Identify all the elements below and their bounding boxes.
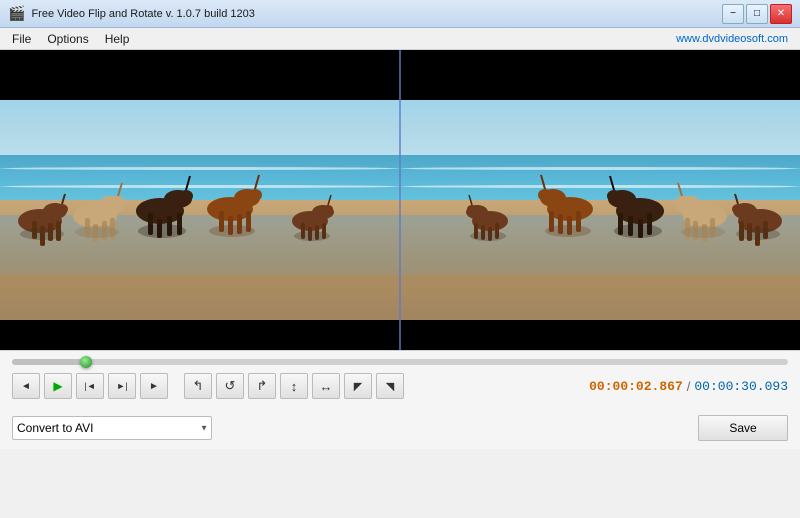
skip-end-button[interactable]: ►| [108,373,136,399]
crop-right-icon: ◥ [386,380,394,393]
bottom-row: Convert to AVI Convert to MP4 Convert to… [0,407,800,449]
dropdown-wrapper: Convert to AVI Convert to MP4 Convert to… [12,416,212,440]
crop-right-button[interactable]: ◥ [376,373,404,399]
window-title: Free Video Flip and Rotate v. 1.0.7 buil… [31,8,722,20]
minimize-button[interactable]: − [722,4,744,24]
website-link[interactable]: www.dvdvideosoft.com [676,33,796,45]
flip-vertical-icon: ↕ [291,379,298,394]
timestamp-display: 00:00:02.867 / 00:00:30.093 [589,379,788,394]
horses-svg-right [400,146,800,266]
next-button[interactable]: ► [140,373,168,399]
menu-bar: File Options Help www.dvdvideosoft.com [0,28,800,50]
time-current: 00:00:02.867 [589,379,683,394]
window-controls: − □ ✕ [722,4,792,24]
save-button[interactable]: Save [698,415,788,441]
title-bar: 🎬 Free Video Flip and Rotate v. 1.0.7 bu… [0,0,800,28]
video-display [0,50,800,350]
menu-items: File Options Help [4,30,137,48]
app-icon: 🎬 [8,5,25,22]
horses-svg-left [0,146,400,266]
flip-vertical-button[interactable]: ↕ [280,373,308,399]
next-icon: ► [149,381,159,392]
time-separator: / [687,379,691,394]
prev-button[interactable]: ◄ [12,373,40,399]
timeline-row [12,359,788,365]
rotate-right-icon: ↱ [257,378,268,394]
rotate-left-icon: ↰ [193,378,204,394]
maximize-button[interactable]: □ [746,4,768,24]
timeline-progress [12,359,86,365]
timeline-thumb[interactable] [80,356,92,368]
menu-help[interactable]: Help [97,30,138,48]
crop-left-icon: ◤ [354,380,362,393]
rotate-right-button[interactable]: ↱ [248,373,276,399]
menu-file[interactable]: File [4,30,39,48]
skip-start-icon: |◄ [84,381,95,391]
prev-icon: ◄ [21,381,31,392]
rotate-180-icon: ↺ [225,378,236,394]
convert-select[interactable]: Convert to AVI Convert to MP4 Convert to… [12,416,212,440]
controls-area: ◄ ▶ |◄ ►| ► ↰ ↺ ↱ ↕ ↔ ◤ [0,350,800,407]
flip-horizontal-icon: ↔ [320,379,333,394]
play-button[interactable]: ▶ [44,373,72,399]
play-icon: ▶ [53,379,62,393]
video-container [0,50,800,350]
buttons-row: ◄ ▶ |◄ ►| ► ↰ ↺ ↱ ↕ ↔ ◤ [12,373,788,399]
skip-end-icon: ►| [116,381,127,391]
flip-horizontal-button[interactable]: ↔ [312,373,340,399]
skip-start-button[interactable]: |◄ [76,373,104,399]
center-divider [399,50,401,350]
menu-options[interactable]: Options [39,30,96,48]
crop-left-button[interactable]: ◤ [344,373,372,399]
time-total: 00:00:30.093 [694,379,788,394]
timeline-track[interactable] [12,359,788,365]
rotate-left-button[interactable]: ↰ [184,373,212,399]
rotate-180-button[interactable]: ↺ [216,373,244,399]
convert-dropdown: Convert to AVI Convert to MP4 Convert to… [12,416,212,440]
close-button[interactable]: ✕ [770,4,792,24]
